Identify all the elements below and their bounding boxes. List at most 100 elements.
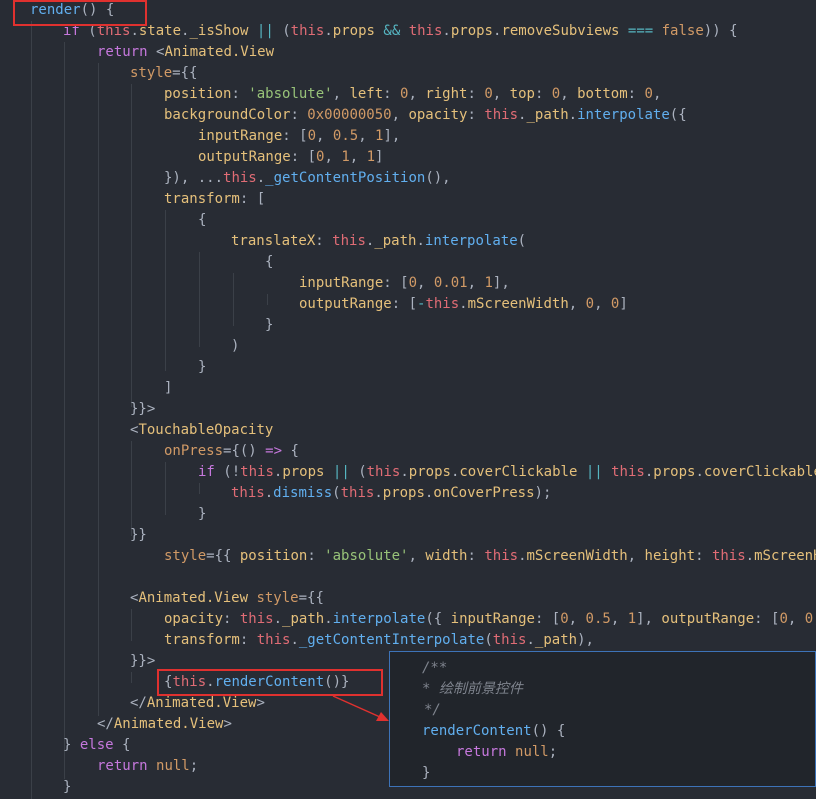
code-token: , xyxy=(358,128,376,144)
code-token: ( xyxy=(517,233,527,249)
code-token: < xyxy=(147,44,165,60)
code-token: } xyxy=(198,506,207,522)
code-line: }}> xyxy=(130,399,155,420)
code-token: this xyxy=(239,611,274,627)
code-token: ( xyxy=(273,23,291,39)
code-token: null xyxy=(156,758,190,774)
peek-definition-popup[interactable]: /** * 绘制前景控件 */renderContent() {return nul… xyxy=(389,651,816,787)
code-token: ], xyxy=(492,275,510,291)
code-token: , xyxy=(467,275,485,291)
code-token: }}> xyxy=(130,653,156,669)
code-token: bottom xyxy=(577,86,628,102)
code-token: 'absolute' xyxy=(248,86,333,102)
code-line: </Animated.View> xyxy=(130,693,265,714)
code-editor[interactable]: render() {if (this.state._isShow || (thi… xyxy=(0,0,816,799)
code-token: )) { xyxy=(703,23,738,39)
code-token: this xyxy=(340,485,375,501)
code-token: , xyxy=(332,86,350,102)
code-token: return xyxy=(97,44,148,60)
code-token: : xyxy=(383,86,401,102)
code-token: renderContent xyxy=(422,723,532,739)
code-line: position: 'absolute', left: 0, right: 0,… xyxy=(164,84,661,105)
code-token: outputRange xyxy=(661,611,755,627)
code-token: . xyxy=(273,611,283,627)
code-token: this xyxy=(231,485,265,501)
code-line: <Animated.View style={{ xyxy=(130,588,324,609)
code-token: coverClickable xyxy=(703,464,816,480)
indent-guide xyxy=(98,63,99,716)
code-token: _path xyxy=(282,611,325,627)
code-token: . xyxy=(324,23,333,39)
code-token: opacity xyxy=(164,611,224,627)
code-token: null xyxy=(515,744,549,760)
code-token: . xyxy=(256,170,266,186)
code-token: { xyxy=(265,254,274,270)
code-line: style={{ xyxy=(130,63,197,84)
code-token: this xyxy=(366,464,401,480)
code-token: : xyxy=(467,548,485,564)
code-token: outputRange xyxy=(198,149,291,165)
code-token: ); xyxy=(534,485,552,501)
code-token: backgroundColor xyxy=(164,107,291,123)
code-line: if (!this.props || (this.props.coverClic… xyxy=(198,462,816,483)
code-token: * 绘制前景控件 xyxy=(422,681,523,697)
code-token: translateX xyxy=(231,233,316,249)
code-token: . xyxy=(695,464,704,480)
code-token: opacity xyxy=(408,107,468,123)
code-token: Animated.View xyxy=(113,716,224,732)
code-token: if xyxy=(198,464,215,480)
code-token: , xyxy=(324,149,342,165)
code-token: : [ xyxy=(383,275,409,291)
indent-guide xyxy=(131,441,132,536)
code-token: 1 xyxy=(366,149,376,165)
code-token: : xyxy=(223,611,240,627)
code-token: 0.5 xyxy=(332,128,359,144)
code-line: { xyxy=(198,210,206,231)
code-token: , xyxy=(417,275,434,291)
code-line: inputRange: [0, 0.01, 1], xyxy=(299,273,510,294)
code-token: 0x00000050 xyxy=(307,107,392,123)
code-token: : xyxy=(534,86,552,102)
code-token: coverClickable xyxy=(459,464,578,480)
code-token: . xyxy=(324,611,333,627)
code-token: props xyxy=(382,485,425,501)
code-token: , xyxy=(568,296,586,312)
code-token: . xyxy=(442,23,451,39)
code-token: . xyxy=(568,107,578,123)
code-token: this xyxy=(484,107,519,123)
code-token: 0.01 xyxy=(433,275,468,291)
indent-guide xyxy=(233,273,234,326)
code-token: , xyxy=(627,548,645,564)
code-token: 0.5 xyxy=(585,611,611,627)
code-token: left xyxy=(349,86,384,102)
code-token: { xyxy=(113,737,131,753)
code-token: transform xyxy=(164,632,240,648)
code-token: outputRange xyxy=(299,296,392,312)
code-token: || xyxy=(585,464,603,480)
code-token: onCoverPress xyxy=(433,485,535,501)
code-token: 1 xyxy=(341,149,350,165)
indent-guide xyxy=(165,210,166,371)
code-token: ={() xyxy=(223,443,266,459)
code-token: . xyxy=(416,233,425,249)
code-token: style xyxy=(256,590,299,606)
code-token: style xyxy=(164,548,207,564)
code-token: () { xyxy=(531,723,566,739)
popup-line: return null; xyxy=(456,742,557,763)
indent-guide xyxy=(267,294,268,305)
code-token: } xyxy=(63,779,72,795)
code-line: }), ...this._getContentPosition(), xyxy=(164,168,451,189)
code-line: transform: [ xyxy=(164,189,265,210)
code-token: this xyxy=(408,23,443,39)
code-line: { xyxy=(265,252,273,273)
code-token: . xyxy=(264,485,274,501)
code-token: , xyxy=(560,86,578,102)
code-token: this xyxy=(492,632,527,648)
code-token: > xyxy=(256,695,265,711)
code-token: ({ xyxy=(669,107,687,123)
code-token: props xyxy=(282,464,325,480)
